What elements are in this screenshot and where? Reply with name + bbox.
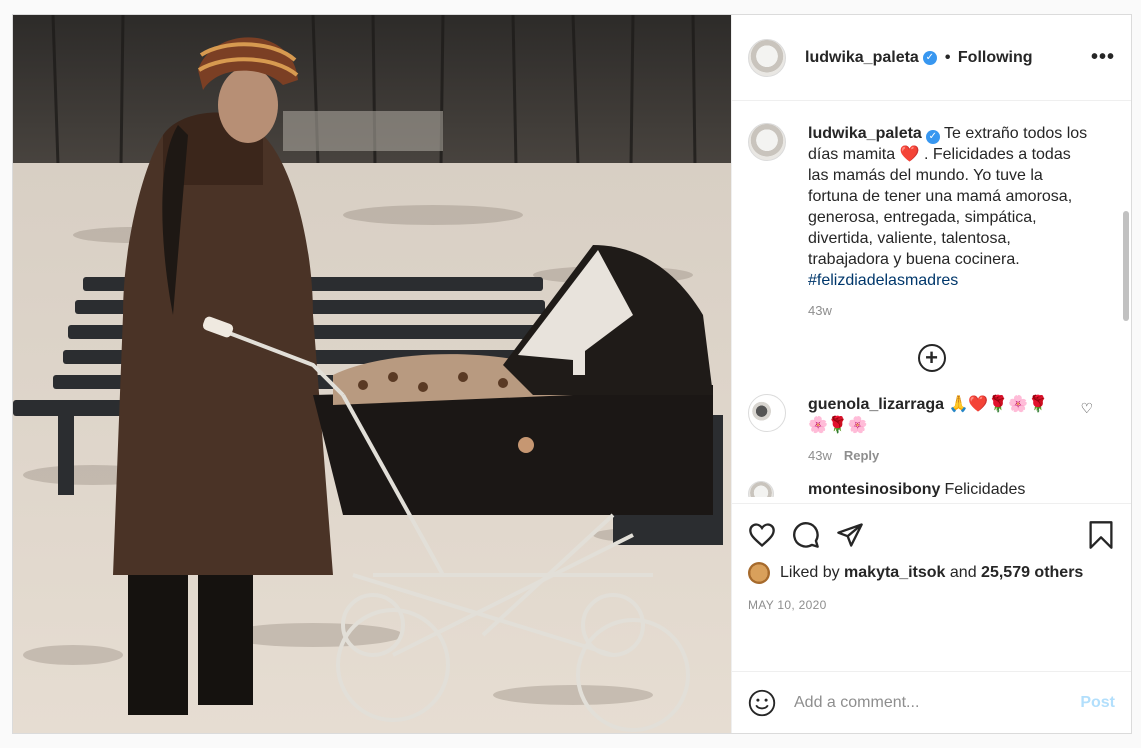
author-avatar[interactable] xyxy=(748,38,786,77)
share-icon[interactable] xyxy=(836,521,864,549)
heart-icon[interactable] xyxy=(748,522,776,548)
post-sidebar: ludwika_paleta ✓ • Following ••• ludwika… xyxy=(731,15,1131,733)
post-photo[interactable] xyxy=(13,15,731,733)
follow-status[interactable]: • Following xyxy=(945,49,1033,67)
likes-middle: and xyxy=(949,564,977,581)
liker-username[interactable]: makyta_itsok xyxy=(844,564,945,582)
likes-count[interactable]: 25,579 others xyxy=(981,564,1083,582)
caption-avatar[interactable] xyxy=(748,123,786,161)
comment-meta: 43w Reply xyxy=(808,448,1115,463)
commenter-username[interactable]: guenola_lizarraga xyxy=(808,396,944,413)
caption-text: ludwika_paleta ✓ Te extraño todos los día… xyxy=(808,123,1088,291)
photo-woman-with-pram-icon xyxy=(13,15,731,733)
hashtag-link[interactable]: #felizdiadelasmadres xyxy=(808,272,958,289)
commenter-avatar[interactable] xyxy=(748,481,774,497)
commenter-username[interactable]: montesinosibony xyxy=(808,481,940,497)
liker-avatar[interactable] xyxy=(748,562,770,584)
comments-scroll-area[interactable]: ludwika_paleta ✓ Te extraño todos los día… xyxy=(732,101,1131,503)
load-more-comments-icon[interactable]: + xyxy=(917,344,946,372)
post-date[interactable]: MAY 10, 2020 xyxy=(748,598,1115,612)
add-comment-bar: Post xyxy=(732,671,1131,733)
comment-age: 43w xyxy=(808,448,832,463)
post-dialog: ludwika_paleta ✓ • Following ••• ludwika… xyxy=(12,14,1132,734)
heart-emoji-icon: ❤️ xyxy=(899,146,920,163)
likes-summary: Liked by makyta_itsok and 25,579 others xyxy=(748,562,1115,584)
comment-partial: montesinosibony Felicidades xyxy=(748,481,1115,497)
comment-icon[interactable] xyxy=(792,521,820,549)
verified-badge-icon: ✓ xyxy=(925,130,940,144)
bookmark-icon[interactable] xyxy=(1087,520,1115,550)
comment-input[interactable] xyxy=(794,693,1081,712)
author-username[interactable]: ludwika_paleta xyxy=(805,49,919,67)
emoji-icon[interactable] xyxy=(748,689,776,717)
caption-text-2: . Felicidades a todas las mamás del mund… xyxy=(808,146,1073,268)
caption-username[interactable]: ludwika_paleta xyxy=(808,125,922,142)
post-header: ludwika_paleta ✓ • Following ••• xyxy=(732,15,1131,101)
commenter-avatar[interactable] xyxy=(748,394,786,432)
comment-text: guenola_lizarraga 🙏❤️🌹🌸🌹🌸🌹🌸 xyxy=(808,394,1058,436)
post-comment-button[interactable]: Post xyxy=(1080,694,1115,712)
comment-body: Felicidades xyxy=(944,481,1026,497)
scrollbar[interactable] xyxy=(1123,211,1129,321)
more-options-icon[interactable]: ••• xyxy=(1091,46,1115,69)
heart-outline-icon[interactable]: ♡ xyxy=(1080,400,1093,417)
reply-button[interactable]: Reply xyxy=(844,448,879,463)
comment: guenola_lizarraga 🙏❤️🌹🌸🌹🌸🌹🌸 ♡ xyxy=(748,394,1115,436)
likes-prefix: Liked by xyxy=(780,564,840,581)
follow-status-label: Following xyxy=(957,48,1033,66)
separator-dot: • xyxy=(944,48,951,66)
caption: ludwika_paleta ✓ Te extraño todos los día… xyxy=(748,123,1115,291)
verified-badge-icon: ✓ xyxy=(922,50,937,65)
action-icons xyxy=(748,518,1115,552)
caption-age: 43w xyxy=(808,303,832,318)
